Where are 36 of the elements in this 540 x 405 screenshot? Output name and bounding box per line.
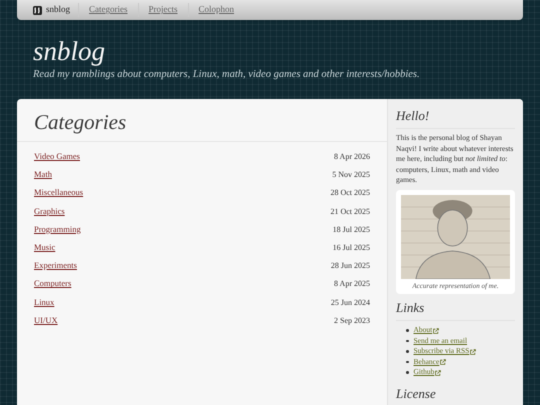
post-date: 8 Apr 2026 [334, 151, 370, 163]
category-link[interactable]: Linux [34, 296, 54, 308]
brand-link[interactable]: snblog [33, 3, 80, 17]
page-heading: Categories [17, 99, 387, 142]
category-link[interactable]: UI/UX [34, 314, 58, 326]
site-title: snblog [33, 35, 106, 68]
post-date: 21 Oct 2025 [330, 206, 370, 218]
nav-link[interactable]: Categories [79, 3, 139, 17]
bullet-icon [406, 371, 408, 374]
post-date: 16 Jul 2025 [332, 242, 370, 254]
post-date: 5 Nov 2025 [332, 169, 370, 182]
sidebar-heading: Hello! [396, 108, 515, 129]
category-link[interactable]: Experiments [34, 259, 77, 272]
post-date: 8 Apr 2025 [334, 278, 370, 290]
category-link[interactable]: Computers [34, 277, 72, 290]
nav-link[interactable]: Colophon [188, 3, 244, 17]
bullet-icon [406, 360, 408, 364]
logo-icon [33, 6, 42, 14]
category-link[interactable]: Math [34, 168, 52, 181]
post-date: 28 Jun 2025 [330, 260, 370, 272]
bullet-icon [406, 329, 408, 332]
post-date: 18 Jul 2025 [332, 224, 370, 236]
sidebar-heading: License [396, 386, 515, 405]
sidebar-heading: Links [396, 300, 515, 322]
nav-link[interactable]: Projects [138, 3, 189, 17]
category-link[interactable]: Programming [34, 222, 81, 236]
post-date: 25 Jun 2024 [330, 296, 370, 308]
bullet-icon [406, 350, 408, 353]
category-link[interactable]: Video Games [34, 150, 80, 163]
category-link[interactable]: Graphics [34, 204, 65, 218]
category-link[interactable]: Music [34, 240, 56, 254]
category-link[interactable]: Miscellaneous [34, 186, 84, 200]
post-date: 2 Sep 2023 [334, 314, 370, 327]
tagline: Read my ramblings about computers, Linux, math, video games and other interests/hobbies. [33, 68, 421, 82]
bullet-icon [406, 340, 408, 342]
post-date: 28 Oct 2025 [330, 187, 370, 200]
